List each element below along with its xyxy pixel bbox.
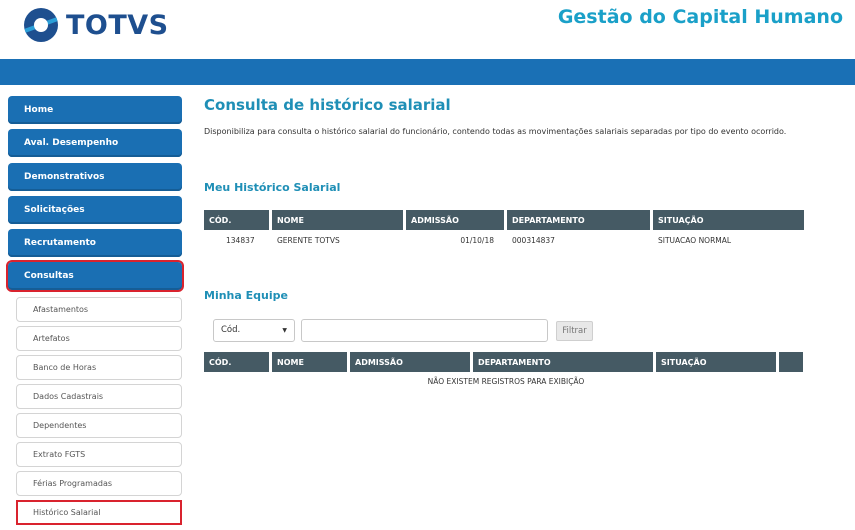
globe-logo-icon <box>24 8 58 42</box>
table-header-row: CÓD. NOME ADMISSÃO DEPARTAMENTO SITUAÇÃO <box>204 352 803 372</box>
submenu-historico-salarial[interactable]: Histórico Salarial <box>16 500 182 526</box>
col-header-departamento: DEPARTAMENTO <box>473 352 653 372</box>
col-header-actions <box>779 352 803 372</box>
col-header-nome: NOME <box>272 352 347 372</box>
logo-text: TOTVS <box>66 9 169 41</box>
col-header-admissao: ADMISSÃO <box>406 210 504 230</box>
dropdown-arrow-icon: ▼ <box>282 327 287 334</box>
my-history-table: CÓD. NOME ADMISSÃO DEPARTAMENTO SITUAÇÃO… <box>201 210 807 250</box>
col-header-admissao: ADMISSÃO <box>350 352 470 372</box>
filter-search-input[interactable] <box>301 319 548 342</box>
sidebar: Home Aval. Desempenho Demonstrativos Sol… <box>6 96 184 529</box>
my-history-title: Meu Histórico Salarial <box>204 181 341 194</box>
app-header: TOTVS Gestão do Capital Humano <box>0 0 855 59</box>
submenu-dependentes[interactable]: Dependentes <box>16 413 182 439</box>
app-title: Gestão do Capital Humano <box>557 6 843 28</box>
top-bar <box>0 59 855 85</box>
col-header-nome: NOME <box>272 210 403 230</box>
submenu-banco-de-horas[interactable]: Banco de Horas <box>16 355 182 381</box>
cell-situacao: SITUACAO NORMAL <box>658 235 732 245</box>
submenu-extrato-fgts[interactable]: Extrato FGTS <box>16 442 182 468</box>
team-filter: Cód. ▼ Filtrar <box>213 319 593 342</box>
empty-row: NÃO EXISTEM REGISTROS PARA EXIBIÇÃO <box>204 372 803 392</box>
filter-field-select[interactable]: Cód. ▼ <box>213 319 295 342</box>
col-header-cod: CÓD. <box>204 352 269 372</box>
team-title: Minha Equipe <box>204 289 288 302</box>
menu-home[interactable]: Home <box>8 96 182 124</box>
menu-recrutamento[interactable]: Recrutamento <box>8 229 182 258</box>
menu-consultas[interactable]: Consultas <box>6 260 184 293</box>
table-header-row: CÓD. NOME ADMISSÃO DEPARTAMENTO SITUAÇÃO <box>204 210 804 230</box>
filter-button[interactable]: Filtrar <box>556 320 593 341</box>
cell-cod[interactable]: 134837 <box>204 230 269 250</box>
table-row[interactable]: 134837 GERENTE TOTVS 01/10/18 000314837 … <box>204 230 804 250</box>
main-content: Consulta de histórico salarial Disponibi… <box>204 96 844 386</box>
totvs-logo[interactable]: TOTVS <box>24 6 169 44</box>
col-header-cod: CÓD. <box>204 210 269 230</box>
submenu-afastamentos[interactable]: Afastamentos <box>16 297 182 323</box>
empty-message: NÃO EXISTEM REGISTROS PARA EXIBIÇÃO <box>427 377 585 386</box>
submenu-artefatos[interactable]: Artefatos <box>16 326 182 352</box>
menu-aval-desempenho[interactable]: Aval. Desempenho <box>8 129 182 158</box>
col-header-situacao: SITUAÇÃO <box>653 210 804 230</box>
page-title: Consulta de histórico salarial <box>204 96 451 114</box>
menu-solicitacoes[interactable]: Solicitações <box>8 195 182 224</box>
page-description: Disponibiliza para consulta o histórico … <box>204 127 787 136</box>
submenu-ferias-programadas[interactable]: Férias Programadas <box>16 471 182 497</box>
cell-departamento: 000314837 <box>512 235 555 245</box>
col-header-situacao: SITUAÇÃO <box>656 352 776 372</box>
submenu-dados-cadastrais[interactable]: Dados Cadastrais <box>16 384 182 410</box>
cell-nome: GERENTE TOTVS <box>277 235 340 245</box>
filter-select-value: Cód. <box>221 325 241 335</box>
menu-demonstrativos[interactable]: Demonstrativos <box>8 162 182 191</box>
team-table: CÓD. NOME ADMISSÃO DEPARTAMENTO SITUAÇÃO… <box>201 352 806 392</box>
col-header-departamento: DEPARTAMENTO <box>507 210 650 230</box>
cell-admissao: 01/10/18 <box>460 235 494 245</box>
